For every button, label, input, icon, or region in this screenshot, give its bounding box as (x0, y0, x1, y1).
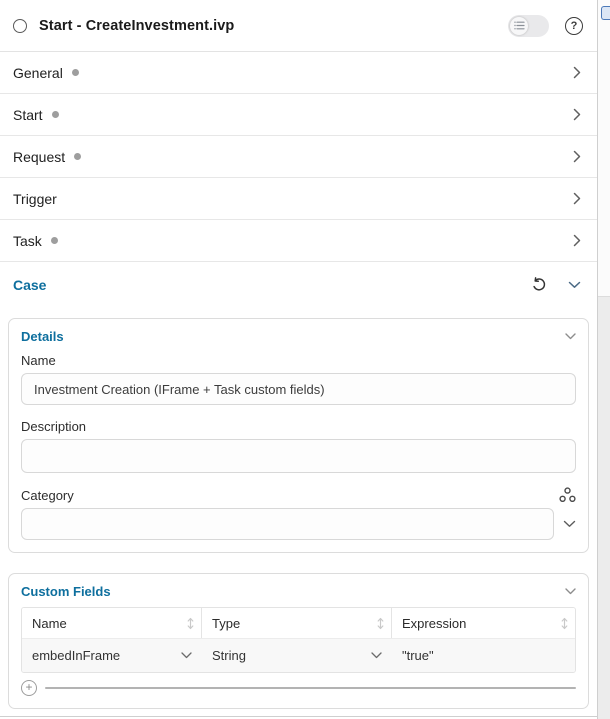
panel-header: Start - CreateInvestment.ivp (0, 0, 597, 52)
sort-icon (560, 617, 569, 630)
modified-dot (51, 237, 58, 244)
section-task[interactable]: Task (0, 220, 597, 262)
column-header-expression[interactable]: Expression (392, 608, 575, 638)
panel-title: Start - CreateInvestment.ivp (39, 18, 234, 34)
chevron-right-icon (573, 108, 581, 121)
column-label: Type (212, 616, 240, 631)
list-icon (510, 17, 528, 35)
add-row-divider (45, 687, 576, 689)
section-trigger[interactable]: Trigger (0, 178, 597, 220)
custom-fields-title: Custom Fields (21, 584, 111, 599)
adjacent-panel-body (598, 296, 610, 719)
add-field-button[interactable]: + (21, 680, 37, 696)
chevron-down-icon (181, 652, 192, 659)
name-value: Investment Creation (IFrame + Task custo… (34, 382, 325, 397)
view-mode-toggle[interactable] (508, 15, 549, 37)
category-label: Category (21, 488, 74, 503)
section-general[interactable]: General (0, 52, 597, 94)
details-card-header[interactable]: Details (21, 329, 576, 344)
details-card: Details Name Investment Creation (IFrame… (8, 318, 589, 553)
clipped-blue-icon (601, 6, 610, 20)
chevron-right-icon (573, 234, 581, 247)
section-label: General (13, 65, 63, 81)
collapse-case-icon[interactable] (568, 281, 581, 289)
help-icon[interactable]: ? (565, 17, 583, 35)
custom-fields-card-header[interactable]: Custom Fields (21, 584, 576, 599)
description-label: Description (21, 419, 576, 434)
name-label: Name (21, 353, 576, 368)
details-title: Details (21, 329, 64, 344)
modified-dot (74, 153, 81, 160)
case-title: Case (13, 277, 46, 293)
section-label: Trigger (13, 191, 57, 207)
field-expression-value: "true" (402, 648, 434, 663)
column-label: Name (32, 616, 67, 631)
chevron-down-icon (371, 652, 382, 659)
section-label: Task (13, 233, 42, 249)
category-input[interactable] (21, 508, 554, 540)
reset-icon[interactable] (531, 277, 548, 293)
custom-fields-table: Name Type Expression (21, 607, 576, 673)
field-name-value: embedInFrame (32, 648, 120, 663)
adjacent-panel-edge (597, 0, 610, 719)
modified-dot (52, 111, 59, 118)
section-label: Start (13, 107, 43, 123)
chevron-right-icon (573, 192, 581, 205)
column-header-name[interactable]: Name (22, 608, 202, 638)
name-input[interactable]: Investment Creation (IFrame + Task custo… (21, 373, 576, 405)
section-start[interactable]: Start (0, 94, 597, 136)
table-row: embedInFrame String "true" (22, 638, 575, 672)
section-request[interactable]: Request (0, 136, 597, 178)
chevron-right-icon (573, 66, 581, 79)
chevron-right-icon (573, 150, 581, 163)
description-input[interactable] (21, 439, 576, 473)
start-element-icon (13, 19, 27, 33)
sort-icon (376, 617, 385, 630)
inscribe-properties-window: Start - CreateInvestment.ivp (0, 0, 610, 719)
panel-bottom-border (0, 716, 597, 717)
add-row: + (21, 680, 576, 696)
sort-icon (186, 617, 195, 630)
column-header-type[interactable]: Type (202, 608, 392, 638)
collapse-custom-fields-icon[interactable] (565, 588, 576, 595)
field-type-select[interactable]: String (202, 639, 392, 672)
field-type-value: String (212, 648, 246, 663)
collapse-details-icon[interactable] (565, 333, 576, 340)
field-expression-input[interactable]: "true" (392, 639, 575, 672)
custom-fields-card: Custom Fields Name Type (8, 573, 589, 709)
category-browser-icon[interactable] (559, 487, 576, 503)
column-label: Expression (402, 616, 466, 631)
field-name-select[interactable]: embedInFrame (22, 639, 202, 672)
category-dropdown-icon[interactable] (563, 520, 576, 528)
table-header-row: Name Type Expression (22, 608, 575, 638)
section-label: Request (13, 149, 65, 165)
modified-dot (72, 69, 79, 76)
section-case[interactable]: Case (0, 262, 597, 308)
properties-panel: Start - CreateInvestment.ivp (0, 0, 597, 719)
